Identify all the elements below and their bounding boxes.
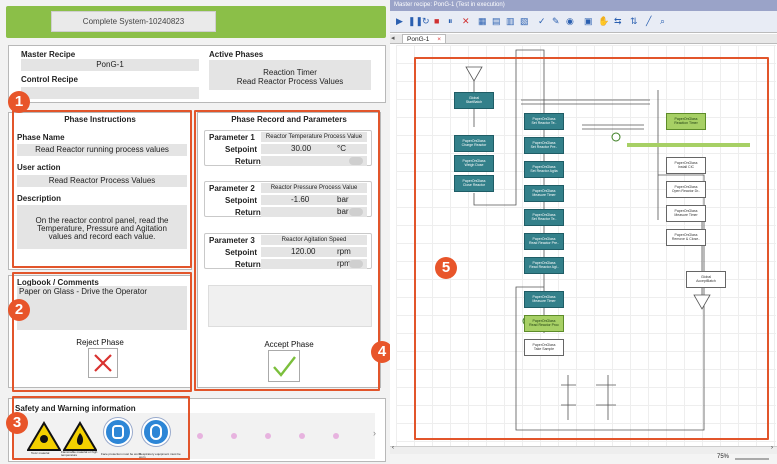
align-icon[interactable]: ⇅ [630, 16, 638, 27]
delete-icon[interactable]: ✕ [462, 16, 470, 27]
tab-pong-1[interactable]: PonG-1 × [402, 34, 446, 44]
control-recipe-label: Control Recipe [21, 75, 78, 84]
check-icon[interactable]: ✓ [538, 16, 546, 27]
zoom-icon[interactable]: ⌕ [660, 16, 665, 27]
master-recipe-label: Master Recipe [21, 50, 76, 59]
callout-box-3 [12, 396, 190, 460]
active-phase-2: Read Reactor Process Values [236, 77, 344, 86]
title-bar: Complete System-10240823 [6, 6, 386, 38]
active-phases-field: Reaction Timer Read Reactor Process Valu… [209, 60, 371, 90]
split-icon[interactable]: ▧ [520, 16, 529, 27]
layout-icon[interactable]: ▤ [492, 16, 501, 27]
carousel-dot[interactable] [265, 433, 271, 439]
carousel-dot[interactable] [333, 433, 339, 439]
tab-scroll-left-icon[interactable]: ◂ [391, 34, 395, 42]
grid-icon[interactable]: ▦ [478, 16, 487, 27]
window-title: Complete System-10240823 [51, 11, 216, 32]
callout-box-1 [12, 110, 192, 268]
recipe-editor: Master recipe: PonG-1 (Test in execution… [390, 0, 777, 464]
edit-icon[interactable]: ✎ [552, 16, 560, 27]
callout-number-2: 2 [8, 299, 30, 321]
zoom-level: 75% [716, 454, 729, 460]
editor-toolbar: ▶ ❚❚ ↻ ■ ⏸ ✕ ▦ ▤ ▥ ▧ ✓ ✎ ◉ ▣ ✋ ⇆ ⇅ ╱ ⌕ [390, 11, 777, 33]
restart-icon[interactable]: ↻ [422, 16, 430, 27]
active-phases-label: Active Phases [209, 50, 264, 59]
hold-icon[interactable]: ⏸ [448, 16, 453, 27]
mirror-icon[interactable]: ⇆ [614, 16, 622, 27]
recipe-info-card: Master Recipe PonG-1 Control Recipe Acti… [8, 45, 386, 103]
callout-box-2 [12, 272, 192, 392]
tab-label: PonG-1 [407, 36, 430, 43]
callout-number-3: 3 [6, 412, 28, 434]
view-icon[interactable]: ◉ [566, 16, 574, 27]
callout-number-1: 1 [8, 91, 30, 113]
play-icon[interactable]: ▶ [396, 16, 403, 27]
scroll-right-icon[interactable]: › [771, 445, 773, 451]
tab-strip: ◂ PonG-1 × [390, 34, 777, 44]
table-icon[interactable]: ▥ [506, 16, 515, 27]
scroll-left-icon[interactable]: ‹ [392, 445, 394, 451]
carousel-dot[interactable] [231, 433, 237, 439]
callout-box-5 [414, 57, 769, 440]
tab-close-icon[interactable]: × [437, 35, 441, 44]
editor-title-bar: Master recipe: PonG-1 (Test in execution… [390, 0, 777, 11]
callout-box-4 [194, 110, 380, 391]
stop-icon[interactable]: ■ [434, 16, 439, 26]
callout-number-5: 5 [435, 257, 457, 279]
carousel-dot[interactable] [299, 433, 305, 439]
zoom-slider[interactable] [735, 458, 769, 460]
hand-icon[interactable]: ✋ [598, 16, 609, 27]
active-phase-1: Reaction Timer [263, 68, 317, 77]
phase-panel: Complete System-10240823 Master Recipe P… [0, 0, 393, 464]
line-icon[interactable]: ╱ [646, 16, 651, 27]
horizontal-scrollbar[interactable]: ‹ › [390, 445, 777, 454]
control-recipe-field [21, 87, 199, 99]
editor-status-bar: 75% [390, 454, 777, 464]
chart-icon[interactable]: ▣ [584, 16, 593, 27]
carousel-next-icon[interactable]: › [373, 428, 376, 438]
pause-icon[interactable]: ❚❚ [408, 16, 423, 27]
master-recipe-field: PonG-1 [21, 59, 199, 71]
carousel-dot[interactable] [197, 433, 203, 439]
